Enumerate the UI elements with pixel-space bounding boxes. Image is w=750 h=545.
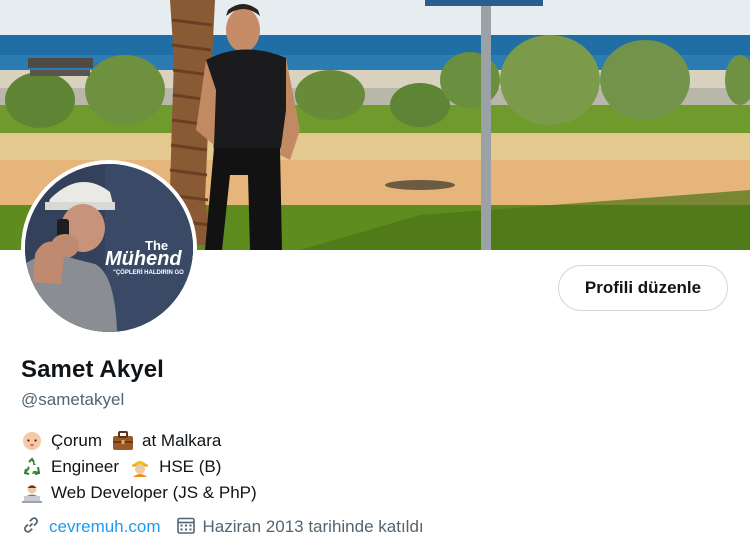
bio-developer-text: Web Developer (JS & PhP): [51, 483, 257, 502]
bio-location-text: Çorum: [51, 431, 103, 450]
bio-hse-text: HSE (B): [159, 457, 222, 476]
avatar-frame[interactable]: The Mühend "ÇÖPLERİ HALDIRIN GO: [21, 160, 197, 336]
profile-joined-date: Haziran 2013 tarihinde katıldı: [202, 517, 424, 536]
bio-line: Çorum at Malkara: [21, 428, 257, 454]
profile-website-link[interactable]: cevremuh.com: [49, 517, 160, 537]
bio-workplace-text: at Malkara: [142, 431, 222, 450]
profile-meta-row: cevremuh.com Haziran 2013 tarihinde katı…: [21, 515, 424, 539]
baby-face-icon: [21, 430, 43, 452]
briefcase-icon: [112, 430, 134, 452]
calendar-icon: [176, 515, 196, 540]
bio-line: Engineer HSE (B): [21, 454, 257, 480]
construction-worker-icon: [129, 456, 151, 478]
profile-handle: @sametakyel: [21, 390, 125, 409]
bio-profession-text: Engineer: [51, 457, 120, 476]
avatar-caption-brand: Mühend: [105, 248, 182, 270]
technologist-icon: [21, 482, 43, 504]
link-icon: [21, 515, 41, 540]
edit-profile-button[interactable]: Profili düzenle: [558, 265, 728, 311]
avatar[interactable]: The Mühend "ÇÖPLERİ HALDIRIN GO: [25, 164, 193, 332]
recycle-icon: [21, 456, 43, 478]
profile-bio: Çorum at Malkara Engineer HSE (B) Web De…: [21, 428, 257, 506]
avatar-caption-tagline: "ÇÖPLERİ HALDIRIN GO: [113, 270, 184, 276]
profile-display-name: Samet Akyel: [21, 356, 164, 383]
bio-line: Web Developer (JS & PhP): [21, 480, 257, 506]
